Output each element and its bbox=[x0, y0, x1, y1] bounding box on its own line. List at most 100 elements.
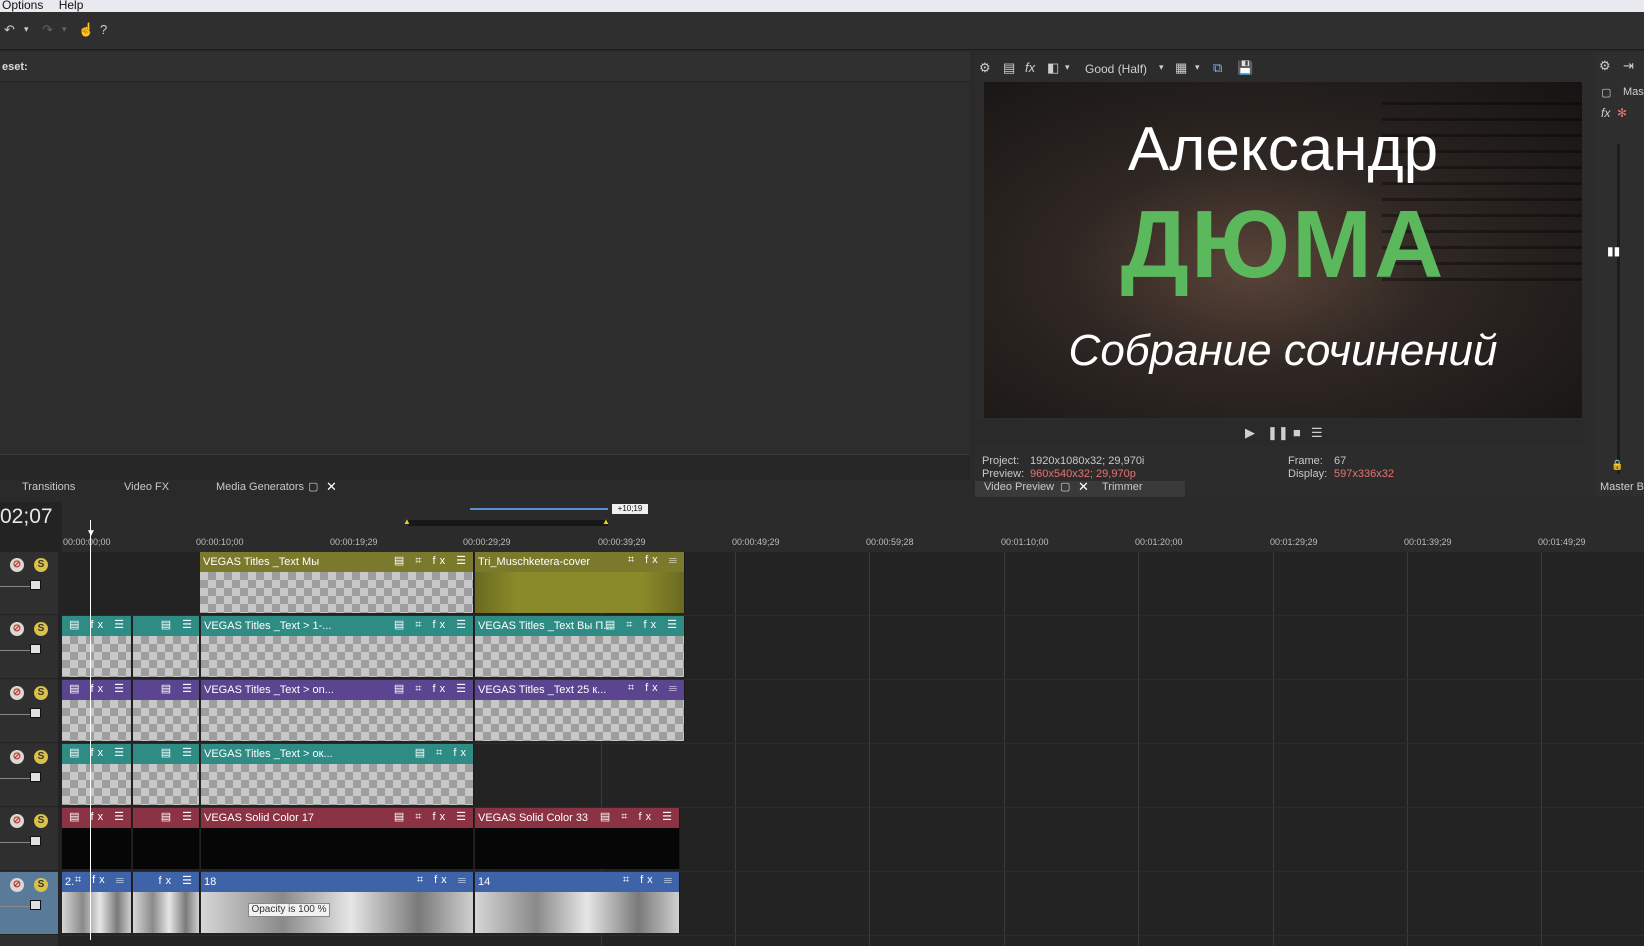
tab-video-preview[interactable]: Video Preview bbox=[984, 481, 1054, 497]
loop-end-marker[interactable]: ▲ bbox=[602, 517, 610, 526]
loop-bar[interactable] bbox=[470, 508, 608, 510]
preview-quality-select[interactable]: Good (Half) bbox=[1085, 62, 1147, 76]
level-icon[interactable] bbox=[30, 644, 41, 654]
timeline-clip[interactable]: Tri_Muschketera-cover ⌗ fx ☰ bbox=[475, 552, 685, 613]
redo-icon[interactable]: ↷ bbox=[42, 22, 53, 38]
timeline-clip[interactable]: ▤ ☰ bbox=[133, 616, 200, 677]
clip-fx-icons[interactable]: ▤ ⌗ fx ☰ bbox=[394, 682, 470, 696]
mute-icon[interactable]: ⊘ bbox=[10, 878, 24, 892]
clip-fx-icons[interactable]: ⌗ fx ☰ bbox=[75, 874, 128, 887]
track-header[interactable]: ⊘ S bbox=[0, 616, 58, 679]
track-header[interactable]: ⊘ S bbox=[0, 744, 58, 807]
master-fader-track[interactable] bbox=[1617, 144, 1620, 474]
undock-icon[interactable]: ▢ bbox=[1060, 480, 1070, 493]
clip-fx-icons[interactable]: ▤ fx ☰ bbox=[69, 746, 128, 759]
gear-icon[interactable]: ⚙ bbox=[979, 60, 991, 76]
level-icon[interactable] bbox=[30, 836, 41, 846]
settings-icon[interactable]: ✻ bbox=[1617, 106, 1627, 120]
level-icon[interactable] bbox=[30, 580, 41, 590]
timeline-clip[interactable]: VEGAS Titles _Text > ок... ▤ ⌗ fx bbox=[201, 744, 474, 805]
timeline-clip[interactable]: VEGAS Titles _Text > 1-... ▤ ⌗ fx ☰ bbox=[201, 616, 474, 677]
clip-fx-icons[interactable]: ⌗ fx ☰ bbox=[628, 682, 681, 695]
clip-fx-icons[interactable]: ⌗ fx ☰ bbox=[417, 874, 470, 887]
timeline-clip[interactable]: VEGAS Titles _Text Вы П... ▤ ⌗ fx ☰ bbox=[475, 616, 685, 677]
menu-icon[interactable]: ☰ bbox=[1311, 425, 1323, 441]
clip-fx-icons[interactable]: ▤ ☰ bbox=[161, 810, 196, 823]
close-icon[interactable]: ✕ bbox=[1078, 479, 1089, 495]
clip-fx-icons[interactable]: ▤ ⌗ fx bbox=[415, 746, 470, 760]
timeline-clip[interactable]: VEGAS Titles _Text 25 к... ⌗ fx ☰ bbox=[475, 680, 685, 741]
dock-arrows-icon[interactable]: ⇥ bbox=[1623, 58, 1634, 74]
timeline-clip[interactable]: 2. ⌗ fx ☰ bbox=[62, 872, 132, 933]
solo-icon[interactable]: S bbox=[34, 750, 48, 764]
lock-icon[interactable]: 🔒 bbox=[1611, 460, 1623, 471]
clip-fx-icons[interactable]: ⌗ fx ☰ bbox=[623, 874, 676, 887]
preview-device-icon[interactable]: ▤ bbox=[1003, 60, 1015, 76]
track-header-selected[interactable]: ⊘ S bbox=[0, 872, 58, 935]
solo-icon[interactable]: S bbox=[34, 878, 48, 892]
timeline-clip[interactable]: VEGAS Solid Color 17 ▤ ⌗ fx ☰ bbox=[201, 808, 474, 869]
mute-icon[interactable]: ⊘ bbox=[10, 750, 24, 764]
close-icon[interactable]: ✕ bbox=[326, 479, 337, 495]
track-header[interactable]: ⊘ S bbox=[0, 808, 58, 871]
play-icon[interactable]: ▶ bbox=[1245, 425, 1255, 441]
chevron-down-icon[interactable]: ▾ bbox=[1065, 62, 1070, 73]
master-fader-handle[interactable]: ▮▮ bbox=[1607, 244, 1620, 258]
level-icon[interactable] bbox=[30, 772, 41, 782]
clip-fx-icons[interactable]: ▤ ⌗ fx ☰ bbox=[394, 554, 470, 568]
gear-icon[interactable]: ⚙ bbox=[1599, 58, 1611, 74]
solo-icon[interactable]: S bbox=[34, 814, 48, 828]
track-header[interactable]: ⊘ S bbox=[0, 680, 58, 743]
clip-fx-icons[interactable]: ▤ ⌗ fx ☰ bbox=[394, 810, 470, 824]
timeline-clip[interactable]: VEGAS Titles _Text Мы ▤ ⌗ fx ☰ bbox=[200, 552, 474, 613]
timeline-clip[interactable]: ▤ ☰ bbox=[133, 744, 200, 805]
tab-video-fx[interactable]: Video FX bbox=[124, 481, 169, 497]
overlays-dropdown-icon[interactable]: ▾ bbox=[1195, 62, 1200, 73]
clip-fx-icons[interactable]: ⌗ fx ☰ bbox=[628, 554, 681, 567]
timeline-clip[interactable]: fx ☰ bbox=[133, 872, 200, 933]
fx-icon[interactable]: fx bbox=[1025, 60, 1035, 75]
mute-icon[interactable]: ⊘ bbox=[10, 686, 24, 700]
clip-fx-icons[interactable]: ▤ ☰ bbox=[161, 618, 196, 631]
mute-icon[interactable]: ⊘ bbox=[10, 558, 24, 572]
redo-dropdown-icon[interactable]: ▾ bbox=[62, 24, 67, 35]
quality-dropdown-icon[interactable]: ▾ bbox=[1159, 62, 1164, 73]
timeline-clip[interactable]: ▤ fx ☰ bbox=[62, 680, 132, 741]
undo-icon[interactable]: ↶ bbox=[4, 22, 15, 38]
pause-icon[interactable]: ❚❚ bbox=[1267, 425, 1289, 441]
clip-fx-icons[interactable]: ▤ ⌗ fx ☰ bbox=[600, 810, 676, 824]
what-icon[interactable]: ☝ bbox=[78, 22, 94, 38]
timeline-clip[interactable]: ▤ ☰ bbox=[133, 680, 200, 741]
solo-icon[interactable]: S bbox=[34, 622, 48, 636]
level-icon[interactable] bbox=[30, 708, 41, 718]
undock-icon[interactable]: ▢ bbox=[308, 480, 318, 493]
clip-fx-icons[interactable]: ▤ ☰ bbox=[161, 746, 196, 759]
tab-transitions[interactable]: Transitions bbox=[22, 481, 75, 497]
clip-fx-icons[interactable]: ▤ ⌗ fx ☰ bbox=[394, 618, 470, 632]
level-icon[interactable] bbox=[30, 900, 41, 910]
clip-fx-icons[interactable]: ▤ fx ☰ bbox=[69, 618, 128, 631]
save-snapshot-icon[interactable]: 💾 bbox=[1237, 60, 1253, 76]
loop-region[interactable] bbox=[408, 520, 608, 526]
timeline-clip[interactable]: ▤ ☰ bbox=[133, 808, 200, 869]
stop-icon[interactable]: ■ bbox=[1293, 425, 1301, 440]
clip-fx-icons[interactable]: ▤ fx ☰ bbox=[69, 810, 128, 823]
playhead[interactable] bbox=[90, 520, 91, 940]
playhead-handle[interactable]: ▼ bbox=[86, 528, 96, 539]
overlays-grid-icon[interactable]: ▦ bbox=[1175, 60, 1187, 76]
timeline-clip[interactable]: VEGAS Solid Color 33 ▤ ⌗ fx ☰ bbox=[475, 808, 680, 869]
menu-options[interactable]: Options bbox=[2, 0, 43, 12]
clip-fx-icons[interactable]: ▤ ☰ bbox=[161, 682, 196, 695]
track-header[interactable]: ⊘ S bbox=[0, 552, 58, 615]
help-icon[interactable]: ? bbox=[100, 22, 107, 37]
split-screen-icon[interactable]: ◧ bbox=[1047, 60, 1059, 76]
mute-icon[interactable]: ⊘ bbox=[10, 622, 24, 636]
clip-fx-icons[interactable]: ▤ ⌗ fx ☰ bbox=[605, 618, 681, 632]
mute-icon[interactable]: ⊘ bbox=[10, 814, 24, 828]
tab-trimmer[interactable]: Trimmer bbox=[1102, 481, 1143, 497]
timeline-clip[interactable]: 14 ⌗ fx ☰ bbox=[475, 872, 680, 933]
master-bus-tab[interactable]: Master B bbox=[1600, 481, 1644, 493]
copy-snapshot-icon[interactable]: ⧉ bbox=[1213, 60, 1222, 76]
solo-icon[interactable]: S bbox=[34, 558, 48, 572]
timeline-clip[interactable]: ▤ fx ☰ bbox=[62, 808, 132, 869]
